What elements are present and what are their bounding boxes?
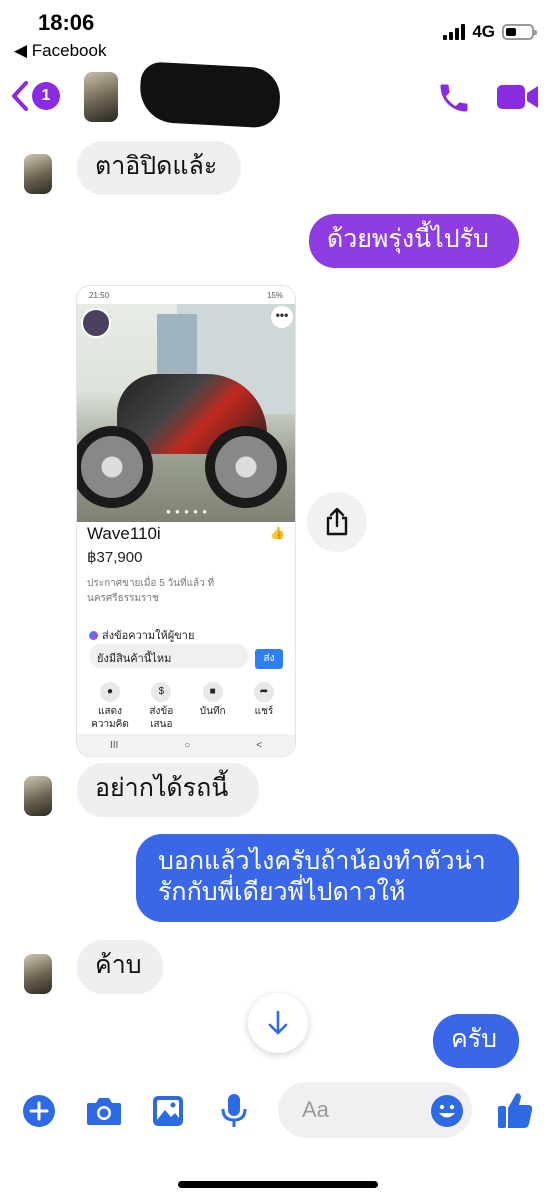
seller-avatar bbox=[81, 308, 111, 338]
share-button[interactable] bbox=[307, 492, 367, 552]
action-offer: $ ส่งข้อเสนอ bbox=[138, 682, 184, 731]
action-save: ■ บันทึก bbox=[190, 682, 236, 731]
product-price: ฿37,900 bbox=[87, 549, 143, 566]
incoming-message[interactable]: ตาอิปิดแล้ะ bbox=[77, 141, 241, 195]
arrow-down-icon bbox=[268, 1010, 288, 1035]
video-call-icon[interactable] bbox=[496, 82, 540, 112]
offer-icon: $ bbox=[151, 682, 172, 702]
listing-info: ประกาศขายเมื่อ 5 วันที่แล้ว ที่ นครศรีธร… bbox=[87, 578, 215, 604]
carousel-dots: ● ● ● ● ● bbox=[165, 507, 209, 516]
more-options-icon: ••• bbox=[271, 306, 293, 328]
share-arrow-icon: ➦ bbox=[253, 682, 274, 702]
microphone-icon[interactable] bbox=[220, 1092, 248, 1130]
redacted-contact-name[interactable] bbox=[138, 61, 282, 129]
contact-avatar[interactable] bbox=[84, 72, 118, 122]
sender-avatar[interactable] bbox=[24, 776, 52, 816]
chevron-left-icon bbox=[12, 81, 28, 111]
battery-icon bbox=[502, 24, 537, 40]
outgoing-message[interactable]: ครับ bbox=[433, 1014, 519, 1068]
motorcycle-photo: ••• ● ● ● ● ● bbox=[77, 304, 295, 522]
incoming-message[interactable]: อย่ากได้รถนี้ bbox=[77, 763, 259, 817]
back-to-app-link[interactable]: ◀ Facebook bbox=[14, 41, 106, 61]
screenshot-time: 21:50 bbox=[89, 290, 110, 300]
scroll-to-bottom-button[interactable] bbox=[248, 993, 308, 1053]
phone-icon[interactable] bbox=[436, 80, 472, 116]
back-button[interactable]: 1 bbox=[10, 80, 60, 112]
status-indicators: 4G bbox=[443, 22, 537, 42]
seller-send-button: ส่ง bbox=[255, 649, 283, 669]
seller-message-input: ยังมีสินค้านี้ไหม bbox=[89, 644, 249, 668]
incoming-message[interactable]: ค้าบ bbox=[77, 940, 163, 994]
share-icon bbox=[326, 507, 348, 536]
screenshot-nav-bar: III ○ < bbox=[77, 734, 295, 756]
add-icon[interactable] bbox=[22, 1094, 56, 1128]
bookmark-icon: ■ bbox=[202, 682, 223, 702]
unread-badge: 1 bbox=[32, 82, 60, 110]
outgoing-message[interactable]: ด้วยพรุ่งนี้ไปรับ bbox=[309, 214, 519, 268]
sender-avatar[interactable] bbox=[24, 154, 52, 194]
camera-icon[interactable] bbox=[85, 1094, 123, 1128]
listing-actions: ● แสดงความคิด $ ส่งข้อเสนอ ■ บันทึก ➦ แชร์ bbox=[87, 682, 287, 731]
status-time: 18:06 bbox=[38, 10, 95, 35]
messenger-icon bbox=[89, 630, 98, 640]
sender-avatar[interactable] bbox=[24, 954, 52, 994]
action-share: ➦ แชร์ bbox=[241, 682, 287, 731]
screenshot-battery: 15% bbox=[266, 290, 283, 300]
network-type: 4G bbox=[472, 22, 495, 41]
message-composer[interactable] bbox=[278, 1082, 472, 1138]
product-title: Wave110i bbox=[87, 524, 161, 543]
message-seller-label: ส่งข้อความให้ผู้ขาย bbox=[89, 626, 194, 644]
home-indicator bbox=[178, 1181, 378, 1188]
thumbs-up-send-icon[interactable] bbox=[496, 1090, 534, 1130]
comment-icon: ● bbox=[100, 682, 120, 702]
emoji-icon[interactable] bbox=[430, 1094, 464, 1128]
message-input[interactable] bbox=[302, 1094, 432, 1126]
shared-screenshot-image[interactable]: 21:50 15% ••• ● ● ● ● ● Wave110i 👍 ฿37,9… bbox=[76, 285, 296, 757]
action-comment: ● แสดงความคิด bbox=[87, 682, 133, 731]
outgoing-message[interactable]: บอกแล้วไงครับถ้าน้องทำตัวน่ารักกับพี่เดี… bbox=[136, 834, 519, 922]
gallery-icon[interactable] bbox=[151, 1094, 185, 1128]
thumbs-up-icon: 👍 bbox=[270, 526, 285, 540]
signal-icon bbox=[443, 24, 466, 40]
screenshot-status-bar: 21:50 15% bbox=[77, 286, 295, 304]
